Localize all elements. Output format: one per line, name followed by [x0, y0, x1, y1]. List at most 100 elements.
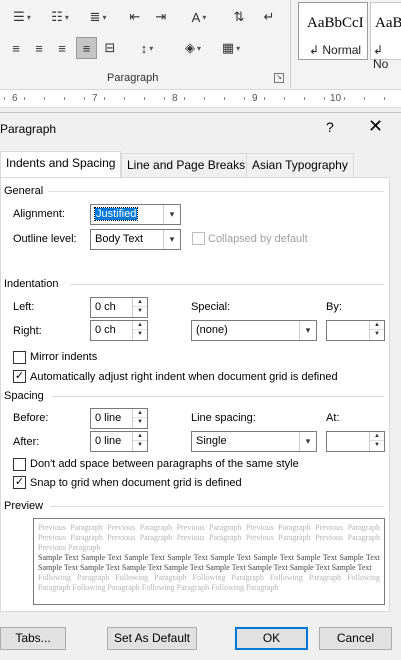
ruler-tick: [164, 97, 165, 100]
shading-button[interactable]: ◈ ▾: [176, 37, 210, 59]
spin-up-icon[interactable]: ▲: [370, 321, 384, 330]
ruler-tick: [344, 97, 345, 100]
spin-down-icon[interactable]: ▼: [133, 418, 147, 427]
by-stepper[interactable]: ▲ ▼: [326, 320, 385, 341]
spin-up-icon[interactable]: ▲: [133, 298, 147, 307]
show-marks-button[interactable]: ↵: [258, 6, 280, 28]
ruler-number: 8: [172, 93, 178, 104]
ruler-tick: [364, 97, 365, 100]
chevron-down-icon: ▾: [299, 432, 316, 451]
spin-up-icon[interactable]: ▲: [133, 432, 147, 441]
tab-line-and-page-breaks[interactable]: Line and Page Breaks: [121, 153, 252, 177]
snap-to-grid-checkbox[interactable]: ✓: [13, 476, 26, 489]
before-value: 0 line: [95, 412, 122, 424]
spin-down-icon[interactable]: ▼: [370, 330, 384, 339]
paragraph-mark-icon: ↲: [309, 43, 323, 57]
multilevel-list-button[interactable]: ≣ ▾: [82, 6, 114, 28]
before-stepper[interactable]: 0 line ▲ ▼: [90, 408, 148, 429]
outline-level-value: Body Text: [95, 233, 144, 245]
ruler-tick: [324, 97, 325, 100]
sort-button[interactable]: ⇅: [228, 6, 250, 28]
align-left-button[interactable]: ≡: [6, 37, 26, 59]
tabs-button[interactable]: Tabs...: [0, 627, 66, 650]
spin-down-icon[interactable]: ▼: [133, 441, 147, 450]
chevron-down-icon: ▾: [163, 205, 180, 224]
no-space-label: Don't add space between paragraphs of th…: [30, 458, 299, 470]
multilevel-list-icon: ≣: [89, 9, 101, 24]
line-spacing-button[interactable]: ↕ ▾: [130, 37, 164, 59]
left-indent-value: 0 ch: [95, 301, 116, 313]
shading-icon: ◈: [184, 40, 195, 55]
align-left-icon: ≡: [12, 40, 20, 56]
spin-down-icon[interactable]: ▼: [133, 330, 147, 339]
check-icon: ✓: [14, 370, 25, 382]
special-select[interactable]: (none) ▾: [191, 320, 317, 341]
justify-button[interactable]: ≡: [76, 37, 97, 59]
before-label: Before:: [13, 412, 49, 424]
ok-button[interactable]: OK: [235, 627, 308, 650]
preview-sample-text: Sample Text Sample Text Sample Text Samp…: [38, 553, 380, 572]
distributed-button[interactable]: ⊟: [100, 37, 120, 59]
divider: [50, 506, 384, 507]
section-spacing: Spacing: [4, 390, 44, 402]
snap-to-grid-label: Snap to grid when document grid is defin…: [30, 477, 242, 489]
style-sample: AaB: [375, 15, 401, 31]
ruler-number: 9: [252, 93, 258, 104]
right-indent-stepper[interactable]: 0 ch ▲ ▼: [90, 320, 148, 341]
style-name: ↲ Normal: [309, 43, 362, 57]
style-no-spacing[interactable]: AaB ↲ No: [370, 2, 401, 71]
cancel-button[interactable]: Cancel: [319, 627, 392, 650]
tab-asian-typography[interactable]: Asian Typography: [246, 153, 354, 177]
preview-previous-paragraph: Previous Paragraph Previous Paragraph Pr…: [38, 523, 380, 552]
borders-button[interactable]: ▦ ▾: [214, 37, 248, 59]
no-space-checkbox[interactable]: [13, 458, 26, 471]
close-icon[interactable]: ✕: [368, 116, 383, 136]
spin-down-icon[interactable]: ▼: [370, 441, 384, 450]
set-as-default-button[interactable]: Set As Default: [107, 627, 197, 650]
divider: [52, 396, 384, 397]
ruler-tick: [224, 97, 225, 100]
at-stepper[interactable]: ▲ ▼: [326, 431, 385, 452]
left-indent-stepper[interactable]: 0 ch ▲ ▼: [90, 297, 148, 318]
align-right-button[interactable]: ≡: [52, 37, 72, 59]
alignment-label: Alignment:: [13, 208, 65, 220]
preview-box: Previous Paragraph Previous Paragraph Pr…: [33, 518, 385, 605]
ruler-tick: [84, 97, 85, 100]
style-sample: AaBbCcI: [307, 15, 364, 31]
bullets-button[interactable]: ☰ ▾: [6, 6, 38, 28]
justify-icon: ≡: [82, 40, 91, 56]
collapsed-checkbox[interactable]: [192, 232, 205, 245]
dialog-launcher-icon[interactable]: ↘: [274, 73, 284, 83]
increase-indent-button[interactable]: ⇥: [150, 6, 172, 28]
spin-down-icon[interactable]: ▼: [133, 307, 147, 316]
line-spacing-label: Line spacing:: [191, 412, 256, 424]
style-name: ↲ No: [373, 43, 389, 71]
special-label: Special:: [191, 301, 231, 313]
mirror-indents-checkbox[interactable]: [13, 351, 26, 364]
divider: [70, 284, 384, 285]
numbering-button[interactable]: ☷ ▾: [44, 6, 76, 28]
outline-level-label: Outline level:: [13, 233, 77, 245]
style-normal[interactable]: AaBbCcI ↲ Normal: [298, 2, 368, 60]
auto-adjust-checkbox[interactable]: ✓: [13, 370, 26, 383]
ruler-tick: [64, 97, 65, 100]
ruler[interactable]: 6 7 8 9 10: [0, 90, 401, 108]
outline-level-select[interactable]: Body Text ▾: [90, 229, 181, 250]
ruler-tick: [24, 97, 25, 100]
alignment-value: Justified: [93, 207, 139, 221]
paragraph-dialog: Paragraph ? ✕ Indents and Spacing Line a…: [0, 112, 401, 660]
spin-up-icon[interactable]: ▲: [370, 432, 384, 441]
align-center-button[interactable]: ≡: [29, 37, 49, 59]
alignment-select[interactable]: Justified ▾: [90, 204, 181, 225]
text-direction-button[interactable]: A ▾: [182, 6, 216, 28]
after-stepper[interactable]: 0 line ▲ ▼: [90, 431, 148, 452]
help-icon[interactable]: ?: [326, 119, 334, 135]
after-value: 0 line: [95, 435, 122, 447]
spin-up-icon[interactable]: ▲: [133, 409, 147, 418]
collapsed-label: Collapsed by default: [208, 233, 308, 245]
line-spacing-select[interactable]: Single ▾: [191, 431, 317, 452]
tab-indents-and-spacing[interactable]: Indents and Spacing: [0, 151, 122, 178]
spin-up-icon[interactable]: ▲: [133, 321, 147, 330]
decrease-indent-button[interactable]: ⇤: [124, 6, 146, 28]
increase-indent-icon: ⇥: [155, 9, 167, 24]
